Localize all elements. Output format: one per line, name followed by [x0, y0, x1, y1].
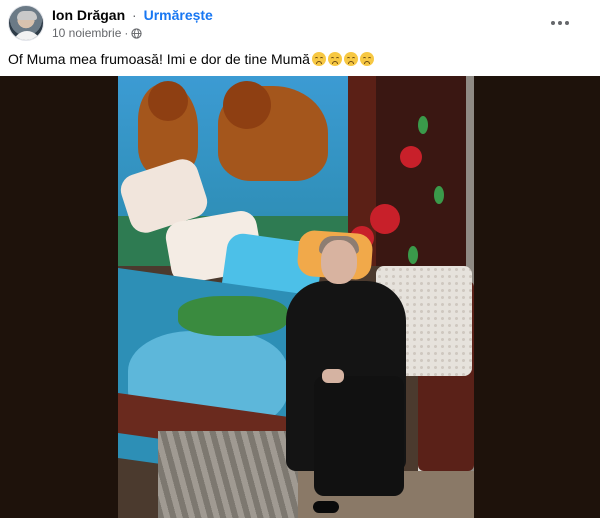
post-date[interactable]: 10 noiembrie — [52, 26, 121, 40]
tapestry-leaf — [434, 186, 444, 204]
meta-separator: · — [124, 26, 129, 40]
more-dot — [558, 21, 562, 25]
more-options-icon[interactable] — [546, 13, 574, 33]
avatar-shirt — [13, 31, 41, 40]
sad-face-emoji-icon — [327, 52, 342, 66]
post-meta: 10 noiembrie · — [52, 26, 143, 40]
sad-face-emoji-icon — [343, 52, 358, 66]
sad-face-emoji-icon — [359, 52, 374, 66]
tapestry-leaf — [418, 116, 428, 134]
woman-legs — [314, 376, 404, 496]
author-name[interactable]: Ion Drăgan — [52, 7, 125, 23]
caption-text: Of Muma mea frumoasă! Imi e dor de tine … — [8, 51, 310, 67]
more-dot — [551, 21, 555, 25]
rug-field-scene — [178, 296, 288, 336]
tapestry-lion-head — [223, 81, 271, 129]
woman-hands — [322, 369, 344, 383]
woman-shoe — [313, 501, 339, 513]
tapestry-border — [376, 76, 466, 296]
globe-icon[interactable] — [131, 27, 143, 39]
tapestry-leaf — [408, 246, 418, 264]
woman-face — [321, 240, 357, 284]
post-header: Ion Drăgan · Urmărește 10 noiembrie · — [8, 5, 592, 43]
sad-face-emoji-icon — [311, 52, 326, 66]
author-line: Ion Drăgan · Urmărește — [52, 7, 213, 23]
follow-button[interactable]: Urmărește — [144, 7, 213, 23]
tapestry-rose — [370, 204, 400, 234]
name-separator: · — [132, 7, 137, 23]
more-dot — [565, 21, 569, 25]
facebook-post: Ion Drăgan · Urmărește 10 noiembrie · Of… — [0, 0, 600, 518]
post-photo[interactable] — [118, 76, 474, 518]
avatar-hair — [17, 11, 37, 20]
tapestry-rose — [400, 146, 422, 168]
post-photo-frame[interactable] — [0, 76, 600, 518]
post-caption: Of Muma mea frumoasă! Imi e dor de tine … — [8, 51, 374, 67]
tapestry-lion-head — [148, 81, 188, 121]
author-avatar[interactable] — [8, 5, 44, 41]
